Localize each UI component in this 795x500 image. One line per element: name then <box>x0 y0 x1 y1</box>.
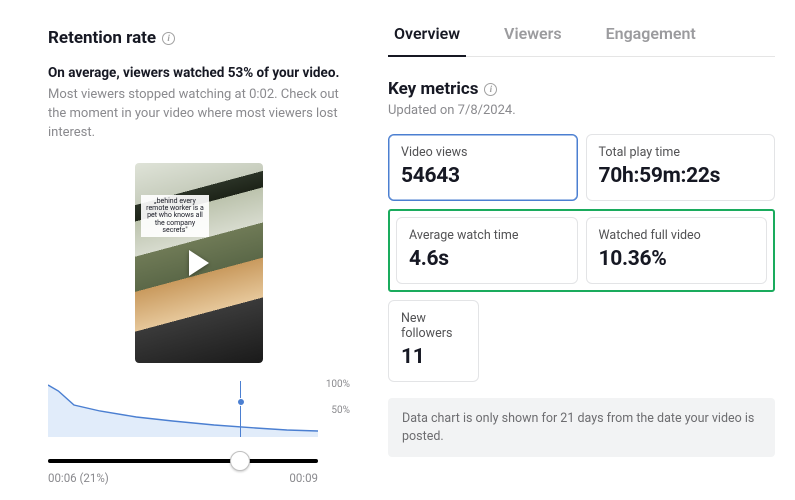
value-watched-full: 10.36% <box>599 247 755 271</box>
analytics-panel: Overview Viewers Engagement Key metrics … <box>380 0 795 500</box>
value-play-time: 70h:59m:22s <box>599 164 763 188</box>
updated-on: Updated on 7/8/2024. <box>388 103 775 118</box>
retention-title: Retention rate <box>48 28 156 48</box>
time-current: 00:06 (21%) <box>48 471 109 485</box>
info-icon[interactable]: i <box>484 83 497 96</box>
retention-headline: On average, viewers watched 53% of your … <box>48 64 350 82</box>
analytics-tabs: Overview Viewers Engagement <box>388 14 775 57</box>
chart-note: Data chart is only shown for 21 days fro… <box>388 398 775 457</box>
retention-panel: Retention rate i On average, viewers wat… <box>0 0 380 500</box>
label-play-time: Total play time <box>599 145 763 160</box>
time-row: 00:06 (21%) 00:09 <box>48 471 318 485</box>
video-thumbnail[interactable]: „behind every remote worker is a pet who… <box>135 163 263 363</box>
value-followers: 11 <box>401 345 466 369</box>
key-metrics-header: Key metrics i <box>388 79 775 99</box>
card-followers[interactable]: New followers 11 <box>388 300 479 382</box>
retention-chart: 100% 50% <box>48 381 318 447</box>
info-icon[interactable]: i <box>162 32 175 45</box>
tab-viewers[interactable]: Viewers <box>498 14 568 56</box>
card-video-views[interactable]: Video views 54643 <box>388 134 578 201</box>
label-followers: New followers <box>401 311 466 341</box>
card-play-time[interactable]: Total play time 70h:59m:22s <box>586 134 776 201</box>
play-icon <box>189 250 209 276</box>
card-avg-watch[interactable]: Average watch time 4.6s <box>396 217 578 284</box>
tab-overview[interactable]: Overview <box>388 14 466 57</box>
chart-playhead-marker <box>240 381 241 437</box>
metrics-grid: Video views 54643 Total play time 70h:59… <box>388 134 775 382</box>
chart-label-50: 50% <box>331 405 350 416</box>
card-watched-full[interactable]: Watched full video 10.36% <box>586 217 768 284</box>
retention-subline: Most viewers stopped watching at 0:02. C… <box>48 86 350 143</box>
retention-chart-svg <box>48 381 318 437</box>
value-video-views: 54643 <box>401 164 565 188</box>
highlighted-metrics: Average watch time 4.6s Watched full vid… <box>388 209 775 292</box>
key-metrics-title: Key metrics <box>388 79 478 99</box>
retention-title-row: Retention rate i <box>48 28 350 48</box>
label-avg-watch: Average watch time <box>409 228 565 243</box>
chart-label-100: 100% <box>326 379 350 390</box>
time-total: 00:09 <box>289 471 318 485</box>
video-caption: „behind every remote worker is a pet who… <box>141 195 209 238</box>
label-watched-full: Watched full video <box>599 228 755 243</box>
progress-knob[interactable] <box>230 451 250 471</box>
label-video-views: Video views <box>401 145 565 160</box>
tab-engagement[interactable]: Engagement <box>600 14 702 56</box>
value-avg-watch: 4.6s <box>409 247 565 271</box>
video-progress-slider[interactable] <box>48 459 318 463</box>
